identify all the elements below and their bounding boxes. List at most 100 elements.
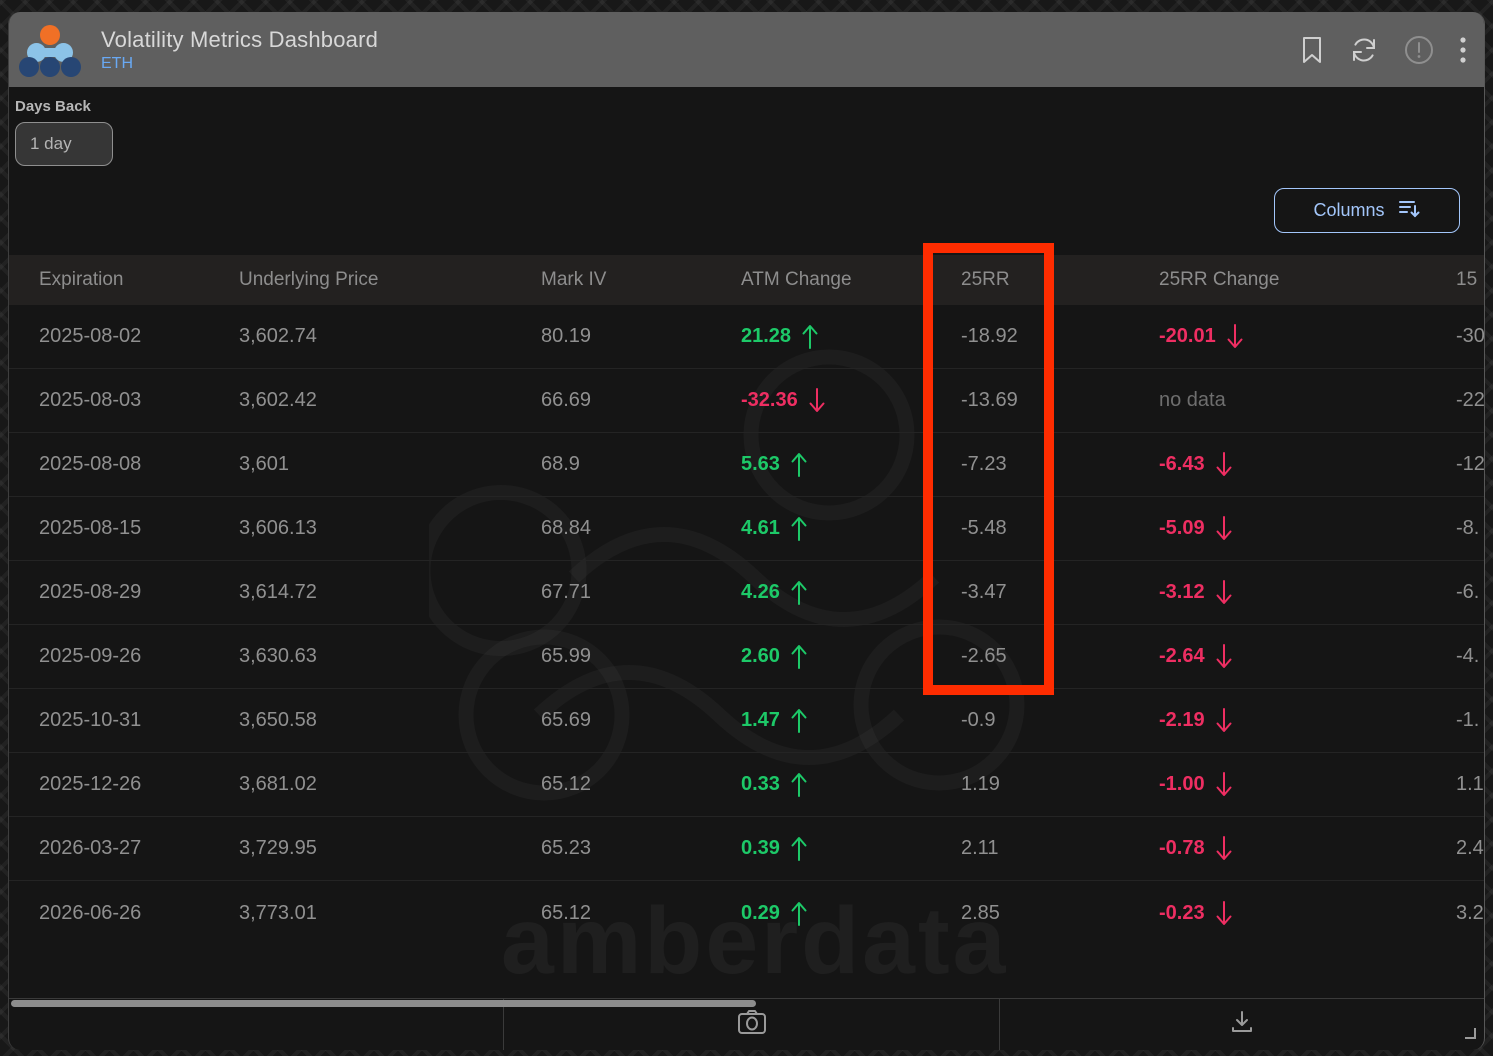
arrow-down-icon [1216,836,1232,860]
arrow-down-icon [1216,772,1232,796]
cell-mark-iv: 68.84 [541,517,592,539]
table-row[interactable]: 2025-08-29 3,614.72 67.71 4.26 -3.47 -3.… [9,561,1484,625]
cell-25rr: 2.11 [961,837,999,859]
page-title: Volatility Metrics Dashboard [101,26,379,52]
arrow-up-icon [791,581,807,605]
table-row[interactable]: 2025-08-03 3,602.42 66.69 -32.36 -13.69 … [9,369,1484,433]
col-header-expiration[interactable]: Expiration [39,269,239,291]
table-row[interactable]: 2025-08-02 3,602.74 80.19 21.28 -18.92 -… [9,305,1484,369]
cell-mark-iv: 65.12 [541,773,592,795]
cell-mark-iv: 68.9 [541,453,580,475]
table-row[interactable]: 2025-10-31 3,650.58 65.69 1.47 -0.9 -2.1… [9,689,1484,753]
cell-atm-change: 4.26 [741,579,961,606]
table-row[interactable]: 2025-08-08 3,601 68.9 5.63 -7.23 -6.43 -… [9,433,1484,497]
col-header-25rr-change[interactable]: 25RR Change [1159,269,1456,291]
cell-atm-change: 21.28 [741,323,961,350]
cell-25rr-change: -2.19 [1159,707,1456,734]
download-icon[interactable] [1229,1009,1255,1040]
cell-15rr-clipped: 3.2 [1456,901,1484,924]
table-body: 2025-08-02 3,602.74 80.19 21.28 -18.92 -… [9,305,1484,945]
cell-25rr: -3.47 [961,581,1007,603]
cell-atm-change: 5.63 [741,451,961,478]
cell-expiration: 2025-08-08 [39,453,142,475]
table-row[interactable]: 2026-03-27 3,729.95 65.23 0.39 2.11 -0.7… [9,817,1484,881]
asset-label: ETH [101,54,133,72]
arrow-down-icon [1216,516,1232,540]
cell-underlying-price: 3,606.13 [239,517,317,539]
columns-button-label: Columns [1313,200,1385,220]
cell-25rr-change: -20.01 [1159,323,1456,350]
cell-underlying-price: 3,614.72 [239,581,317,603]
cell-15rr-clipped: -1. [1456,709,1480,731]
kebab-menu-icon[interactable] [1460,36,1466,64]
arrow-up-icon [791,645,807,669]
cell-atm-change: 2.60 [741,643,961,670]
cell-15rr-clipped: -30 [1456,325,1485,347]
cell-25rr: -0.9 [961,709,996,731]
days-back-value: 1 day [30,134,72,153]
table-row[interactable]: 2026-06-26 3,773.01 65.12 0.29 2.85 -0.2… [9,881,1484,945]
arrow-up-icon [791,709,807,733]
camera-snapshot-icon[interactable] [737,1009,767,1040]
days-back-select[interactable]: 1 day [15,122,113,166]
arrow-down-icon [1227,324,1243,348]
cell-underlying-price: 3,602.74 [239,325,317,347]
alert-circle-icon[interactable] [1404,35,1434,65]
cell-25rr: -7.23 [961,453,1007,475]
cell-mark-iv: 65.12 [541,901,592,924]
cell-25rr-change: -2.64 [1159,643,1456,670]
cell-atm-change: 0.29 [741,900,961,927]
cell-expiration: 2026-03-27 [39,837,142,859]
table-header-row: Expiration Underlying Price Mark IV ATM … [9,255,1484,305]
table-row[interactable]: 2025-08-15 3,606.13 68.84 4.61 -5.48 -5.… [9,497,1484,561]
cell-15rr-clipped: -8. [1456,517,1480,539]
cell-mark-iv: 67.71 [541,581,592,603]
cell-atm-change: 4.61 [741,515,961,542]
volatility-table: amberdata Expiration Underlying Price Ma… [9,243,1484,998]
bookmark-icon[interactable] [1300,36,1324,64]
col-header-25rr[interactable]: 25RR [961,269,1159,291]
cell-underlying-price: 3,602.42 [239,389,317,411]
col-header-15rr-clipped[interactable]: 15 [1456,269,1484,291]
col-header-mark-iv[interactable]: Mark IV [541,269,741,291]
cell-expiration: 2025-10-31 [39,709,142,731]
cell-expiration: 2025-08-29 [39,581,142,603]
cell-25rr-change: -0.78 [1159,835,1456,862]
cell-expiration: 2025-12-26 [39,773,142,795]
cell-25rr: -2.65 [961,645,1007,667]
horizontal-scrollbar-thumb[interactable] [11,1000,756,1007]
table-row[interactable]: 2025-12-26 3,681.02 65.12 0.33 1.19 -1.0… [9,753,1484,817]
cell-25rr: -18.92 [961,325,1018,347]
cell-15rr-clipped: -6. [1456,581,1480,603]
cell-25rr-change: -6.43 [1159,451,1456,478]
controls-bar: Days Back 1 day Columns [9,87,1484,255]
cell-expiration: 2025-08-15 [39,517,142,539]
cell-25rr-change: -1.00 [1159,771,1456,798]
dashboard-window: Volatility Metrics Dashboard ETH Days Ba… [8,12,1485,1050]
cell-underlying-price: 3,630.63 [239,645,317,667]
titlebar: Volatility Metrics Dashboard ETH [9,12,1484,87]
cell-15rr-clipped: -4. [1456,645,1480,667]
arrow-up-icon [791,773,807,797]
cell-25rr-change: -5.09 [1159,515,1456,542]
cell-underlying-price: 3,681.02 [239,773,317,795]
cell-expiration: 2025-08-02 [39,325,142,347]
cell-mark-iv: 65.23 [541,837,592,859]
table-row[interactable]: 2025-09-26 3,630.63 65.99 2.60 -2.65 -2.… [9,625,1484,689]
refresh-icon[interactable] [1350,36,1378,64]
cell-15rr-clipped: -12 [1456,453,1485,475]
col-header-underlying-price[interactable]: Underlying Price [239,269,541,291]
cell-25rr: -5.48 [961,517,1007,539]
cell-25rr-change: -0.23 [1159,900,1456,927]
cell-25rr: 2.85 [961,901,1000,924]
cell-underlying-price: 3,729.95 [239,837,317,859]
arrow-up-icon [791,517,807,541]
cell-mark-iv: 66.69 [541,389,592,411]
columns-button[interactable]: Columns [1274,188,1460,233]
cell-underlying-price: 3,601 [239,453,290,475]
cell-mark-iv: 65.99 [541,645,592,667]
col-header-atm-change[interactable]: ATM Change [741,269,961,291]
resize-handle-icon[interactable] [1464,1026,1476,1044]
arrow-up-icon [791,453,807,477]
cell-25rr-change: -3.12 [1159,579,1456,606]
